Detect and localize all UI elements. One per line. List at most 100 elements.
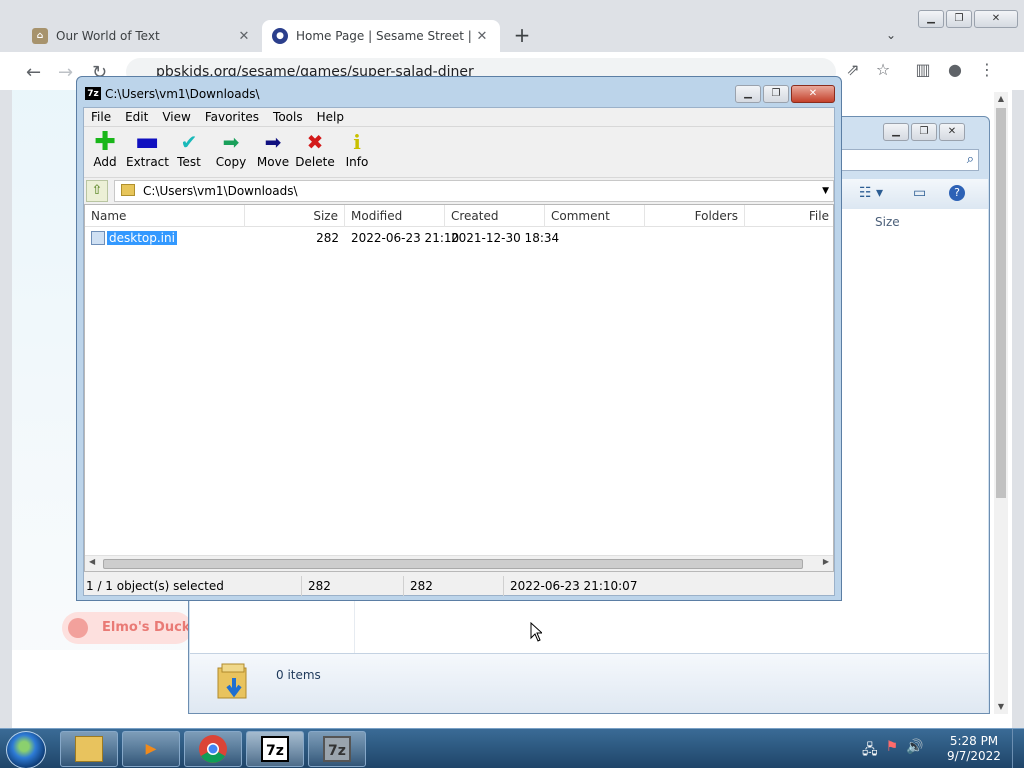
add-button[interactable]: ✚ Add [84,127,126,169]
add-label: Add [93,155,117,169]
share-icon[interactable]: ⇗ [842,60,864,79]
taskbar-7zip[interactable]: 7z [246,731,304,767]
action-center-icon[interactable]: ⚑ [886,739,899,763]
sevenzip-client-area: File Edit View Favorites Tools Help ✚ Ad… [83,107,835,596]
file-size: 282 [316,231,339,245]
check-icon: ✔ [180,130,198,154]
column-header-name[interactable]: Name [85,205,245,227]
file-name: desktop.ini [107,231,177,245]
scroll-right-arrow-icon[interactable]: ▶ [823,557,829,566]
network-icon[interactable]: 🖧 [862,739,878,763]
up-folder-icon[interactable]: ⇧ [86,180,108,202]
close-button[interactable]: ✕ [791,85,835,103]
copy-label: Copy [215,155,247,169]
taskbar-media-player[interactable]: ▶ [122,731,180,767]
tab-our-world-of-text[interactable]: ⌂ Our World of Text ✕ [22,20,262,52]
maximize-button[interactable]: ❐ [946,10,972,28]
window-controls: ▁ ❐ ✕ [733,85,835,103]
sevenzip-app-icon: 7z [85,87,101,100]
info-button[interactable]: i Info [336,131,378,169]
menu-tools[interactable]: Tools [266,108,310,126]
scroll-thumb[interactable] [996,108,1006,498]
address-bar: ⇧ C:\Users\vm1\Downloads\ ▼ [84,180,834,202]
media-player-icon: ▶ [145,741,157,757]
preview-pane-icon[interactable]: ▭ [913,185,926,201]
scroll-up-arrow-icon[interactable]: ▲ [994,92,1008,106]
column-header-comment[interactable]: Comment [545,205,645,227]
dropdown-arrow-icon[interactable]: ▼ [822,181,829,201]
column-header-files[interactable]: File [745,205,835,227]
column-header-folders[interactable]: Folders [645,205,745,227]
menu-edit[interactable]: Edit [118,108,155,126]
copy-button[interactable]: ➡ Copy [210,131,252,169]
path-combobox[interactable]: C:\Users\vm1\Downloads\ ▼ [114,180,834,202]
help-icon[interactable]: ? [949,185,965,201]
chrome-icon [199,735,227,763]
game-item-elmos-duck[interactable]: Elmo's Duck [62,612,192,644]
taskbar-chrome[interactable] [184,731,242,767]
start-button[interactable] [6,731,46,768]
close-button[interactable]: ✕ [939,123,965,141]
tab-title: Our World of Text [56,29,160,43]
menu-file[interactable]: File [84,108,118,126]
view-options-icon[interactable]: ☷ ▾ [859,185,883,201]
delete-button[interactable]: ✖ Delete [294,131,336,169]
extract-button[interactable]: ▬ Extract [126,129,169,169]
search-input[interactable]: ⌕ [839,149,979,171]
minimize-button[interactable]: ▁ [883,123,909,141]
minimize-button[interactable]: ▁ [735,85,761,103]
taskbar-7zip-second[interactable]: 7z [308,731,366,767]
back-icon[interactable]: ← [26,62,41,83]
tab-sesame-street[interactable]: ● Home Page | Sesame Street | PBS ✕ [262,20,500,52]
status-modified: 2022-06-23 21:10:07 [510,579,638,593]
clock-time: 5:28 PM [949,734,999,748]
column-header-created[interactable]: Created [445,205,545,227]
move-button[interactable]: ➡ Move [252,131,294,169]
folder-icon [75,736,103,762]
tab-close-icon[interactable]: ✕ [236,29,252,44]
profile-avatar-icon[interactable]: ● [944,60,966,79]
page-scrollbar[interactable]: ▲ ▼ [994,92,1008,714]
taskbar-explorer[interactable] [60,731,118,767]
minimize-button[interactable]: ▁ [918,10,944,28]
scroll-thumb[interactable] [103,559,803,569]
maximize-button[interactable]: ❐ [763,85,789,103]
new-tab-button[interactable]: + [512,25,532,46]
explorer-window-controls: ▁ ❐ ✕ [881,123,965,141]
extract-label: Extract [126,155,169,169]
status-packed-size: 282 [408,576,504,596]
tab-title: Home Page | Sesame Street | PBS [296,29,474,43]
column-header-size[interactable]: Size [245,205,345,227]
menu-favorites[interactable]: Favorites [198,108,266,126]
menu-bar: File Edit View Favorites Tools Help [84,108,834,126]
forward-icon[interactable]: → [58,62,73,83]
taskbar: ▶ 7z 7z 🖧 ⚑ 🔊 5:28 PM 9/7/2022 [0,728,1024,768]
test-button[interactable]: ✔ Test [168,131,210,169]
table-row[interactable]: desktop.ini 282 2022-06-23 21:10 2021-12… [85,229,833,247]
scroll-left-arrow-icon[interactable]: ◀ [89,557,95,566]
system-tray: 🖧 ⚑ 🔊 [862,739,924,763]
folder-icon [121,184,135,196]
column-header-size[interactable]: Size [875,215,900,229]
tab-close-icon[interactable]: ✕ [474,29,490,44]
menu-view[interactable]: View [155,108,197,126]
clock[interactable]: 5:28 PM 9/7/2022 [944,734,1004,764]
sevenzip-window: 7z C:\Users\vm1\Downloads\ ▁ ❐ ✕ File Ed… [76,76,842,601]
window-titlebar[interactable]: 7z C:\Users\vm1\Downloads\ ▁ ❐ ✕ [77,77,841,107]
tab-search-chevron-icon[interactable]: ⌄ [886,28,896,42]
show-desktop-button[interactable] [1012,729,1024,768]
sevenzip-icon: 7z [261,736,289,762]
menu-help[interactable]: Help [310,108,351,126]
scroll-down-arrow-icon[interactable]: ▼ [994,700,1008,714]
bookmark-star-icon[interactable]: ☆ [872,60,894,79]
menu-kebab-icon[interactable]: ⋮ [976,60,998,79]
maximize-button[interactable]: ❐ [911,123,937,141]
side-panel-icon[interactable]: ▥ [912,60,934,79]
plus-icon: ✚ [94,127,116,157]
close-button[interactable]: ✕ [974,10,1018,28]
status-selection: 1 / 1 object(s) selected [84,576,302,596]
column-header-modified[interactable]: Modified [345,205,445,227]
horizontal-scrollbar[interactable]: ◀ ▶ [85,555,833,571]
volume-icon[interactable]: 🔊 [906,739,923,763]
x-icon: ✖ [306,130,324,154]
